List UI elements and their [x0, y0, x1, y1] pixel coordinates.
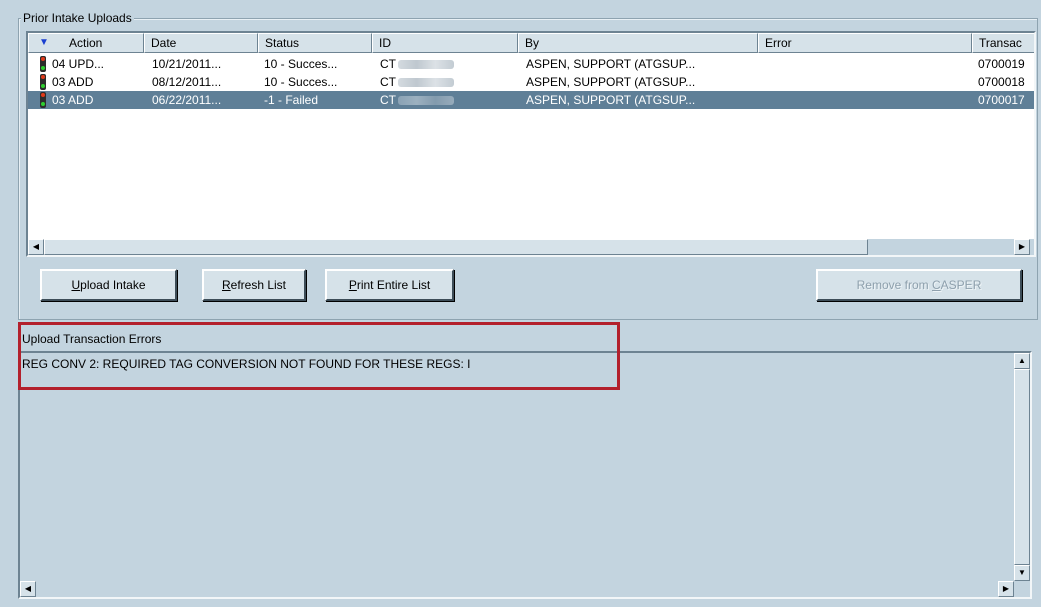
- traffic-light-icon: [40, 92, 46, 108]
- cell-status: 10 - Succes...: [264, 57, 338, 71]
- cell-id: CT: [380, 91, 516, 109]
- cell-status: 10 - Succes...: [264, 75, 338, 89]
- upload-errors-label: Upload Transaction Errors: [20, 332, 164, 346]
- cell-status: -1 - Failed: [264, 93, 319, 107]
- column-header-error[interactable]: Error: [758, 33, 972, 53]
- cell-action: 04 UPD...: [52, 57, 105, 71]
- redacted-id: [398, 96, 454, 106]
- scroll-left-icon[interactable]: ◀: [20, 581, 36, 597]
- cell-date: 06/22/2011...: [152, 93, 222, 107]
- column-header-id[interactable]: ID: [372, 33, 518, 53]
- redacted-id: [398, 60, 454, 70]
- column-header-by[interactable]: By: [518, 33, 758, 53]
- scroll-up-icon[interactable]: ▲: [1014, 353, 1030, 369]
- cell-by: ASPEN, SUPPORT (ATGSUP...: [526, 93, 696, 107]
- cell-by: ASPEN, SUPPORT (ATGSUP...: [526, 57, 696, 71]
- column-header-action[interactable]: ▼ Action: [28, 33, 144, 53]
- column-header-transaction[interactable]: Transac: [972, 33, 1034, 53]
- list-horizontal-scrollbar[interactable]: ◀ ▶: [28, 239, 1034, 255]
- scroll-left-icon[interactable]: ◀: [28, 239, 44, 255]
- traffic-light-icon: [40, 56, 46, 72]
- scroll-thumb[interactable]: [44, 239, 868, 255]
- cell-transaction: 0700019: [978, 57, 1025, 71]
- print-entire-list-button[interactable]: Print Entire List: [325, 269, 454, 301]
- refresh-list-button[interactable]: Refresh List: [202, 269, 306, 301]
- column-header-status[interactable]: Status: [258, 33, 372, 53]
- cell-date: 08/12/2011...: [152, 75, 222, 89]
- sort-desc-icon: ▼: [39, 37, 49, 48]
- remove-from-casper-button[interactable]: Remove from CASPER: [816, 269, 1022, 301]
- table-row[interactable]: 03 ADD 08/12/2011... 10 - Succes... CT A…: [28, 73, 1034, 91]
- errors-horizontal-scrollbar[interactable]: ◀ ▶: [20, 581, 1014, 597]
- traffic-light-icon: [40, 74, 46, 90]
- cell-transaction: 0700018: [978, 75, 1025, 89]
- cell-action: 03 ADD: [52, 75, 94, 89]
- redacted-id: [398, 78, 454, 88]
- upload-intake-button[interactable]: Upload Intake: [40, 269, 177, 301]
- table-row-selected[interactable]: 03 ADD 06/22/2011... -1 - Failed CT ASPE…: [28, 91, 1034, 109]
- scroll-right-icon[interactable]: ▶: [1014, 239, 1030, 255]
- upload-errors-textbox[interactable]: REG CONV 2: REQUIRED TAG CONVERSION NOT …: [18, 351, 1032, 599]
- prior-uploads-list[interactable]: ▼ Action Date Status ID By Error Transac…: [26, 31, 1036, 257]
- cell-id: CT: [380, 73, 516, 91]
- cell-date: 10/21/2011...: [152, 57, 222, 71]
- error-message-text: REG CONV 2: REQUIRED TAG CONVERSION NOT …: [22, 357, 471, 371]
- cell-by: ASPEN, SUPPORT (ATGSUP...: [526, 75, 696, 89]
- list-header: ▼ Action Date Status ID By Error Transac: [28, 33, 1034, 53]
- prior-uploads-label: Prior Intake Uploads: [21, 11, 134, 25]
- scroll-right-icon[interactable]: ▶: [998, 581, 1014, 597]
- scroll-thumb[interactable]: [1014, 369, 1030, 565]
- scroll-down-icon[interactable]: ▼: [1014, 565, 1030, 581]
- errors-vertical-scrollbar[interactable]: ▲ ▼: [1014, 353, 1030, 581]
- table-row[interactable]: 04 UPD... 10/21/2011... 10 - Succes... C…: [28, 55, 1034, 73]
- cell-action: 03 ADD: [52, 93, 94, 107]
- cell-id: CT: [380, 55, 516, 73]
- cell-transaction: 0700017: [978, 93, 1025, 107]
- column-header-date[interactable]: Date: [144, 33, 258, 53]
